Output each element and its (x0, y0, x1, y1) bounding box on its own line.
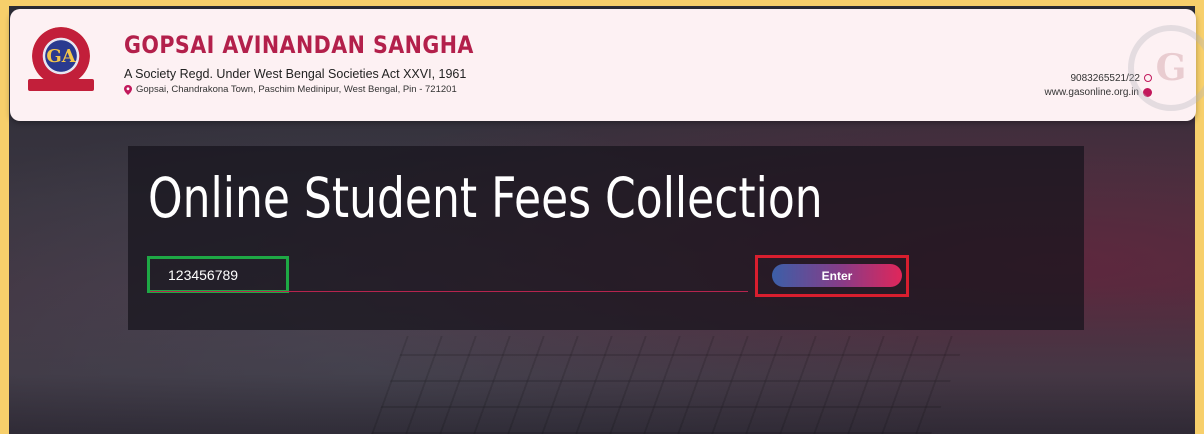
address-text: Gopsai, Chandrakona Town, Paschim Medini… (136, 84, 457, 95)
page-title: Online Student Fees Collection (148, 166, 823, 230)
location-pin-icon (124, 84, 132, 95)
website-link[interactable]: www.gasonline.org.in (1045, 87, 1140, 98)
student-id-highlight (147, 256, 289, 293)
logo-ribbon (28, 79, 94, 91)
site-header: GA GOPSAI AVINANDAN SANGHA A Society Reg… (10, 9, 1204, 121)
logo-monogram: GA (46, 45, 76, 67)
org-address: Gopsai, Chandrakona Town, Paschim Medini… (124, 84, 457, 95)
org-logo: GA (32, 27, 90, 85)
enter-button-highlight: Enter (755, 255, 909, 297)
org-name: GOPSAI AVINANDAN SANGHA (124, 31, 474, 59)
logo-watermark: G (1128, 25, 1204, 111)
org-subtitle: A Society Regd. Under West Bengal Societ… (124, 67, 467, 81)
student-id-input[interactable] (168, 259, 288, 290)
keyboard-texture (371, 336, 967, 434)
enter-button[interactable]: Enter (772, 264, 902, 287)
input-underline (150, 291, 748, 292)
